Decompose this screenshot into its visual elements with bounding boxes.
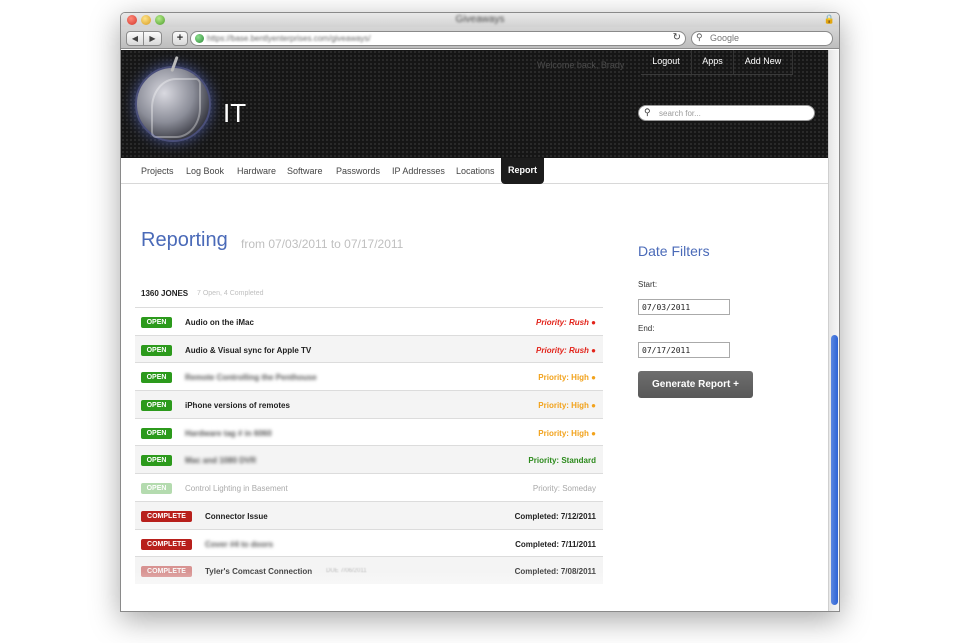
browser-search-field[interactable]: ⚲ Google (691, 31, 833, 46)
title-bar: Giveaways 🔒 (121, 13, 839, 27)
item-status: Priority: Standard (528, 456, 596, 466)
page-title: Reporting (141, 229, 228, 251)
tab-software[interactable]: Software (287, 166, 323, 176)
item-title[interactable]: Remote Controlling the Penthouse (185, 373, 317, 382)
status-badge: OPEN (141, 455, 172, 467)
logout-link[interactable]: Logout (641, 50, 691, 74)
report-list: OPEN Audio on the iMac Priority: Rush ● … (135, 307, 603, 584)
nav-buttons: ◀ ▶ (126, 31, 162, 46)
plus-icon: + (176, 32, 184, 44)
item-title[interactable]: Audio & Visual sync for Apple TV (185, 346, 311, 355)
item-status: Priority: Rush ● (536, 345, 596, 355)
site-title: IT (223, 98, 247, 128)
welcome-message: Welcome back, Brady (537, 60, 625, 70)
status-badge: OPEN (141, 483, 172, 495)
generate-report-button[interactable]: Generate Report + (638, 371, 753, 398)
list-item[interactable]: OPEN Remote Controlling the Penthouse Pr… (135, 362, 603, 390)
main-content: Reporting from 07/03/2011 to 07/17/2011 … (121, 185, 828, 611)
report-date-range: from 07/03/2011 to 07/17/2011 (241, 237, 404, 251)
item-status: Completed: 7/12/2011 (514, 511, 596, 521)
tab-log-book[interactable]: Log Book (186, 166, 224, 176)
status-badge: COMPLETE (141, 566, 192, 578)
tab-hardware[interactable]: Hardware (237, 166, 276, 176)
item-title[interactable]: Mac and 1080 DVR (185, 456, 256, 465)
chevron-right-icon: ▶ (149, 34, 156, 43)
list-item[interactable]: COMPLETE Connector Issue Completed: 7/12… (135, 500, 603, 529)
item-status: Priority: High ● (538, 428, 596, 438)
due-date: DUE 7/06/2011 (326, 568, 367, 575)
chevron-left-icon: ◀ (131, 34, 139, 43)
tab-report[interactable]: Report (501, 158, 544, 184)
browser-search-placeholder: Google (710, 33, 740, 43)
browser-window: Giveaways 🔒 ◀ ▶ + https://base.bentlyent… (120, 12, 840, 612)
main-tabs: Projects Log Book Hardware Software Pass… (121, 158, 828, 184)
end-date-input[interactable]: 07/17/2011 (638, 342, 730, 358)
item-status: Completed: 7/08/2011 (514, 567, 596, 577)
globe-icon (195, 34, 204, 43)
status-badge: OPEN (141, 427, 172, 439)
forward-button[interactable]: ▶ (144, 31, 162, 46)
list-item[interactable]: OPEN Audio & Visual sync for Apple TV Pr… (135, 334, 603, 363)
logo[interactable] (135, 66, 211, 142)
list-item[interactable]: OPEN iPhone versions of remotes Priority… (135, 390, 603, 418)
search-icon: ⚲ (696, 32, 703, 42)
tab-locations[interactable]: Locations (456, 166, 495, 176)
add-bookmark-button[interactable]: + (172, 31, 188, 46)
group-summary: 7 Open, 4 Completed (197, 290, 264, 297)
site-search-input[interactable]: ⚲ search for... (638, 105, 815, 121)
back-button[interactable]: ◀ (126, 31, 144, 46)
header-nav: Logout Apps Add New (641, 50, 793, 75)
item-title[interactable]: iPhone versions of remotes (185, 401, 290, 410)
status-badge: OPEN (141, 317, 172, 328)
item-title[interactable]: Tyler's Comcast Connection (205, 567, 312, 576)
item-status: Completed: 7/11/2011 (515, 539, 596, 549)
scrollbar-thumb[interactable] (831, 335, 838, 605)
item-title[interactable]: Cover #4 to doors (205, 540, 273, 549)
address-bar[interactable]: https://base.bentlyenterprises.com/givea… (190, 31, 686, 46)
end-label: End: (638, 324, 655, 333)
lock-icon: 🔒 (823, 14, 835, 24)
tab-passwords[interactable]: Passwords (336, 166, 380, 176)
status-badge: OPEN (141, 372, 172, 384)
status-badge: COMPLETE (141, 538, 192, 550)
add-new-link[interactable]: Add New (733, 50, 793, 74)
tab-projects[interactable]: Projects (141, 166, 174, 176)
item-title[interactable]: Hardware tag # in 6060 (185, 429, 272, 438)
start-date-input[interactable]: 07/03/2011 (638, 299, 730, 315)
apps-link[interactable]: Apps (691, 50, 733, 74)
site-header: IT Welcome back, Brady Logout Apps Add N… (121, 50, 828, 158)
group-name: 1360 JONES (141, 289, 189, 298)
item-status: Priority: Someday (532, 484, 596, 494)
status-badge: OPEN (141, 400, 172, 412)
status-badge: OPEN (141, 344, 172, 356)
status-badge: COMPLETE (141, 510, 192, 522)
start-label: Start: (638, 280, 658, 289)
list-item[interactable]: OPEN Hardware tag # in 6060 Priority: Hi… (135, 417, 603, 446)
window-title: Giveaways (455, 14, 505, 25)
tab-ip-addresses[interactable]: IP Addresses (392, 166, 445, 176)
list-item[interactable]: OPEN Audio on the iMac Priority: Rush ● (135, 307, 603, 335)
list-item[interactable]: COMPLETE Tyler's Comcast Connection DUE … (135, 556, 603, 584)
search-icon: ⚲ (644, 107, 651, 117)
browser-toolbar: ◀ ▶ + https://base.bentlyenterprises.com… (121, 27, 839, 49)
item-status: Priority: Rush ● (536, 318, 596, 327)
url-text: https://base.bentlyenterprises.com/givea… (207, 34, 371, 43)
item-status: Priority: High ● (538, 401, 596, 411)
item-title[interactable]: Audio on the iMac (185, 318, 254, 327)
vertical-scrollbar[interactable] (828, 50, 839, 611)
site-search-placeholder: search for... (659, 109, 701, 118)
list-item[interactable]: COMPLETE Cover #4 to doors Completed: 7/… (135, 528, 603, 557)
item-title[interactable]: Connector Issue (205, 512, 268, 521)
reload-icon[interactable]: ↻ (673, 32, 681, 43)
item-title[interactable]: Control Lighting in Basement (185, 484, 288, 493)
date-filters-title: Date Filters (638, 243, 710, 259)
list-item[interactable]: OPEN Mac and 1080 DVR Priority: Standard (135, 445, 603, 474)
list-item[interactable]: OPEN Control Lighting in Basement Priori… (135, 473, 603, 501)
item-status: Priority: High ● (538, 373, 596, 383)
